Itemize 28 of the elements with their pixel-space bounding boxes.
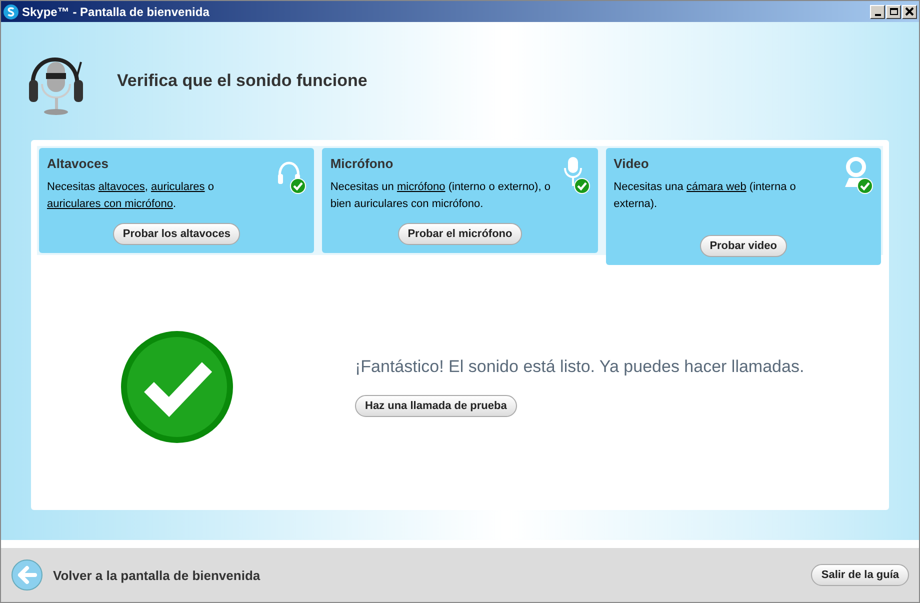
device-card[interactable]: Micrófono Necesitas un micrófono (interno o externo), o bien auriculares con micrófono. Probar el micrófono xyxy=(322,148,598,253)
link[interactable]: cámara web xyxy=(686,181,746,193)
test-button[interactable]: Probar los altavoces xyxy=(112,223,240,245)
link[interactable]: auriculares con micrófono xyxy=(47,198,173,210)
card-description: Necesitas un micrófono (interno o externo), o bien auriculares con micrófono. xyxy=(330,180,552,212)
minimize-button[interactable] xyxy=(870,4,885,18)
device-card[interactable]: Altavoces Necesitas altavoces, auriculares o auriculares con micrófono. Probar los altavoces xyxy=(39,148,314,253)
page-heading: Verifica que el sonido funcione xyxy=(117,71,368,91)
window-title: Skype™ - Pantalla de bienvenida xyxy=(22,4,210,18)
card-title: Altavoces xyxy=(47,156,110,171)
card-title: Micrófono xyxy=(330,156,394,171)
link[interactable]: micrófono xyxy=(396,181,446,193)
card-description: Necesitas altavoces, auriculares o auriculares con micrófono. xyxy=(47,180,215,212)
result-message: ¡Fantástico! El sonido está listo. Ya puedes hacer llamadas. xyxy=(355,356,804,376)
app-logo-icon xyxy=(3,4,19,20)
exit-guide-button[interactable]: Salir de la guía xyxy=(811,564,909,586)
microphone-icon xyxy=(562,156,583,188)
test-button[interactable]: Probar el micrófono xyxy=(398,223,522,245)
device-card[interactable]: Video Necesitas una cámara web (interna o externa). Probar video xyxy=(606,148,881,265)
maximize-button[interactable] xyxy=(886,4,901,18)
back-link[interactable]: Volver a la pantalla de bienvenida xyxy=(53,568,260,582)
card-description: Necesitas una cámara web (interna o externa). xyxy=(614,180,797,212)
test-call-button[interactable]: Haz una llamada de prueba xyxy=(355,394,517,416)
close-button[interactable] xyxy=(902,4,917,18)
card-title: Video xyxy=(614,156,650,171)
link[interactable]: auriculares xyxy=(150,181,205,193)
test-button[interactable]: Probar video xyxy=(700,235,787,257)
link[interactable]: altavoces xyxy=(98,181,145,193)
